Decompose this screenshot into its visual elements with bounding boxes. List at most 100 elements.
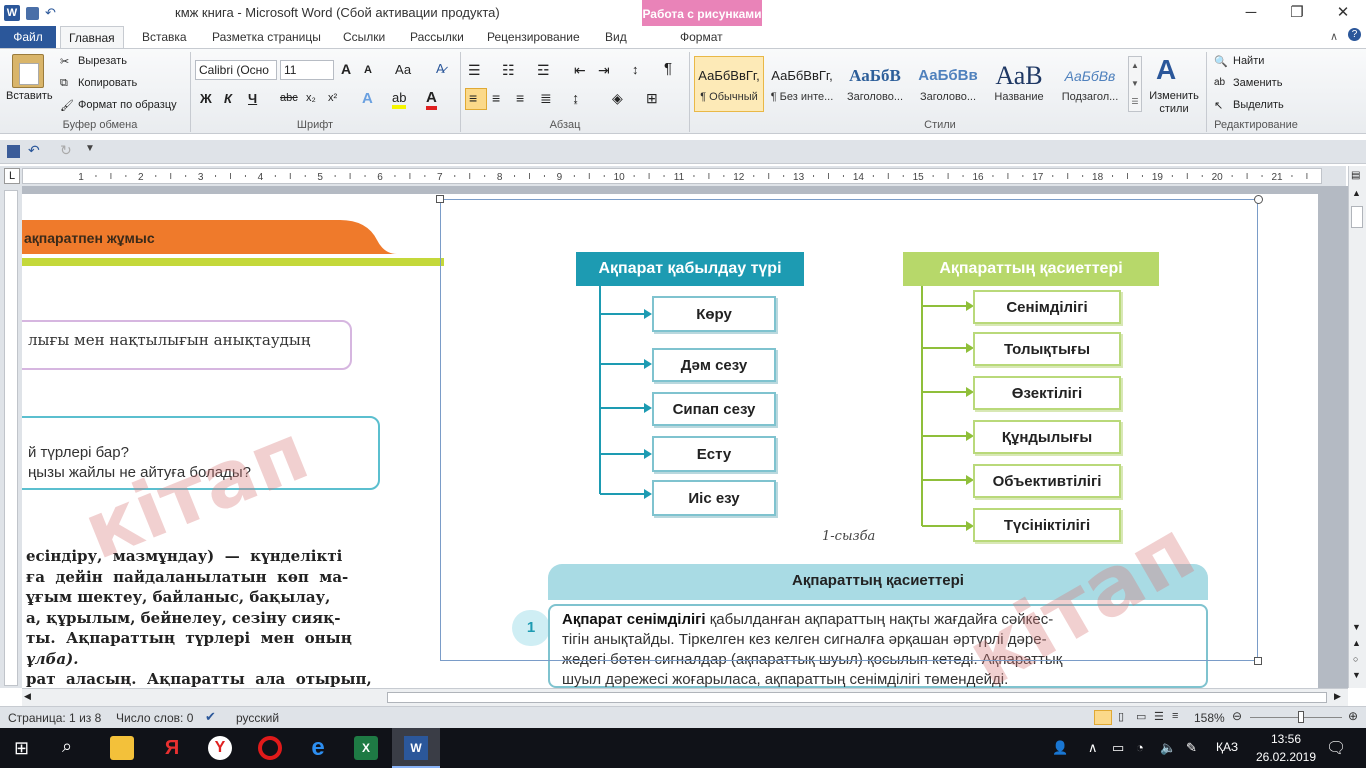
format-painter-button[interactable]: Формат по образцу [78,99,177,111]
start-icon[interactable]: ⊞ [14,738,29,759]
sort-icon[interactable]: ↕ [632,62,639,77]
strikethrough-button[interactable]: abc [280,92,298,104]
undo-icon[interactable]: ↶ [28,142,40,159]
word-count[interactable]: Число слов: 0 [116,711,193,725]
paste-icon[interactable] [12,54,44,88]
volume-icon[interactable]: 🔈 [1160,740,1176,756]
word-app-icon[interactable]: W [4,5,20,21]
font-size-combo[interactable]: 11 [280,60,334,80]
yandex-browser-icon[interactable]: Я [160,736,184,760]
excel-icon[interactable]: X [354,736,378,760]
picture-selection-frame[interactable] [440,199,1258,661]
find-button[interactable]: Найти [1233,55,1264,67]
outline-icon[interactable]: ☰ [1154,710,1164,723]
undo-icon[interactable]: ↶ [45,5,61,21]
tab-review[interactable]: Рецензирование [479,26,588,48]
scroll-left-icon[interactable]: ◀ [24,691,31,702]
zoom-out-icon[interactable]: ⊖ [1232,709,1242,723]
scroll-down-icon[interactable]: ▼ [1352,622,1361,632]
tab-selector[interactable]: L [4,168,20,184]
select-button[interactable]: Выделить [1233,99,1284,111]
horizontal-ruler[interactable]: 1234567891011121314151617181920212223242… [22,168,1322,184]
text-effects-icon[interactable]: A [362,90,373,107]
cut-button[interactable]: Вырезать [78,55,127,67]
paste-button[interactable]: Вставить [6,90,53,102]
file-explorer-icon[interactable] [110,736,134,760]
show-marks-icon[interactable]: ¶ [664,60,672,77]
shrink-font-button[interactable]: A [364,64,372,76]
search-icon[interactable]: ⌕ [62,736,72,757]
input-language[interactable]: ҚАЗ [1216,740,1238,754]
print-layout-icon[interactable] [1094,710,1112,725]
increase-indent-icon[interactable]: ⇥ [598,62,610,79]
web-layout-icon[interactable]: ▭ [1136,710,1146,723]
align-right-icon[interactable]: ≡ [516,90,524,106]
hscroll-thumb[interactable] [387,692,1327,703]
reading-layout-icon[interactable]: ▯ [1118,710,1124,723]
tab-home[interactable]: Главная [60,26,124,48]
zoom-in-icon[interactable]: ⊕ [1348,709,1358,723]
superscript-button[interactable]: x² [328,92,337,104]
clock-date[interactable]: 26.02.2019 [1254,750,1318,764]
style-heading1[interactable]: АаБбВ Заголово... [840,56,910,112]
resize-handle[interactable] [1254,657,1262,665]
bullets-icon[interactable]: ☰ [468,62,481,79]
restore-button[interactable]: ❐ [1274,0,1320,26]
numbering-icon[interactable]: ☷ [502,62,515,79]
opera-icon[interactable] [258,736,282,760]
pen-icon[interactable]: ✎ [1186,740,1197,756]
font-color-icon[interactable]: A [426,89,437,110]
shading-icon[interactable]: ◈ [612,90,623,107]
style-normal[interactable]: АаБбВвГг, ¶ Обычный [694,56,764,112]
minimize-button[interactable]: ─ [1228,0,1274,26]
borders-icon[interactable]: ⊞ [646,90,658,107]
clock-time[interactable]: 13:56 [1262,732,1310,746]
subscript-button[interactable]: x₂ [306,92,316,104]
multilevel-list-icon[interactable]: ☲ [537,62,550,79]
customize-qat-icon[interactable]: ▼ [85,143,95,154]
notifications-icon[interactable]: 🗨 [1326,738,1346,758]
language[interactable]: русский [236,711,279,725]
font-name-combo[interactable]: Calibri (Осно [195,60,277,80]
underline-button[interactable]: Ч [248,91,257,106]
justify-icon[interactable]: ≣ [540,90,552,107]
proofing-icon[interactable]: ✔ [205,709,216,725]
zoom-level[interactable]: 158% [1194,711,1225,725]
people-icon[interactable]: 👤 [1052,740,1068,756]
tab-references[interactable]: Ссылки [335,26,393,48]
align-center-icon[interactable]: ≡ [492,90,500,106]
minimize-ribbon-icon[interactable]: ∧ [1330,30,1338,43]
highlight-icon[interactable]: ab [392,90,407,109]
close-button[interactable]: ✕ [1320,0,1366,26]
vertical-ruler[interactable] [4,190,18,686]
change-case-button[interactable]: Аа [395,62,411,77]
scroll-up-icon[interactable]: ▲ [1352,188,1361,198]
clear-format-icon[interactable]: A̷ [436,61,445,76]
save-icon[interactable] [26,6,39,20]
edge-icon[interactable]: e [306,736,330,760]
redo-icon[interactable]: ↻ [60,142,72,159]
style-heading2[interactable]: АаБбВв Заголово... [913,56,983,112]
tab-mailings[interactable]: Рассылки [402,26,472,48]
next-page-icon[interactable]: ▼ [1352,670,1361,680]
yandex-icon[interactable]: Y [208,736,232,760]
italic-button[interactable]: К [224,91,232,106]
style-subtitle[interactable]: АаБбВв Подзагол... [1055,56,1125,112]
styles-scroll[interactable]: ▲ ▼ ☰ [1128,56,1142,112]
tab-page-layout[interactable]: Разметка страницы [204,26,329,48]
resize-handle[interactable] [1254,195,1263,204]
resize-handle[interactable] [436,195,444,203]
ruler-toggle-icon[interactable]: ▤ [1351,170,1360,181]
style-no-spacing[interactable]: АаБбВвГг, ¶ Без инте... [767,56,837,112]
decrease-indent-icon[interactable]: ⇤ [574,62,586,79]
tray-expand-icon[interactable]: ∧ [1088,740,1098,756]
network-icon[interactable]: ◔ [1136,740,1144,755]
document-page[interactable]: ақпаратпен жұмыс лығы мен нақтылығын аны… [22,194,1318,688]
prev-page-icon[interactable]: ▲ [1352,638,1361,648]
browse-object-icon[interactable]: ○ [1353,654,1358,664]
battery-icon[interactable]: ▭ [1112,740,1124,756]
draft-icon[interactable]: ≡ [1172,710,1178,722]
page-count[interactable]: Страница: 1 из 8 [8,711,101,725]
word-taskbar-button[interactable]: W [392,728,440,768]
grow-font-button[interactable]: A [341,61,351,77]
